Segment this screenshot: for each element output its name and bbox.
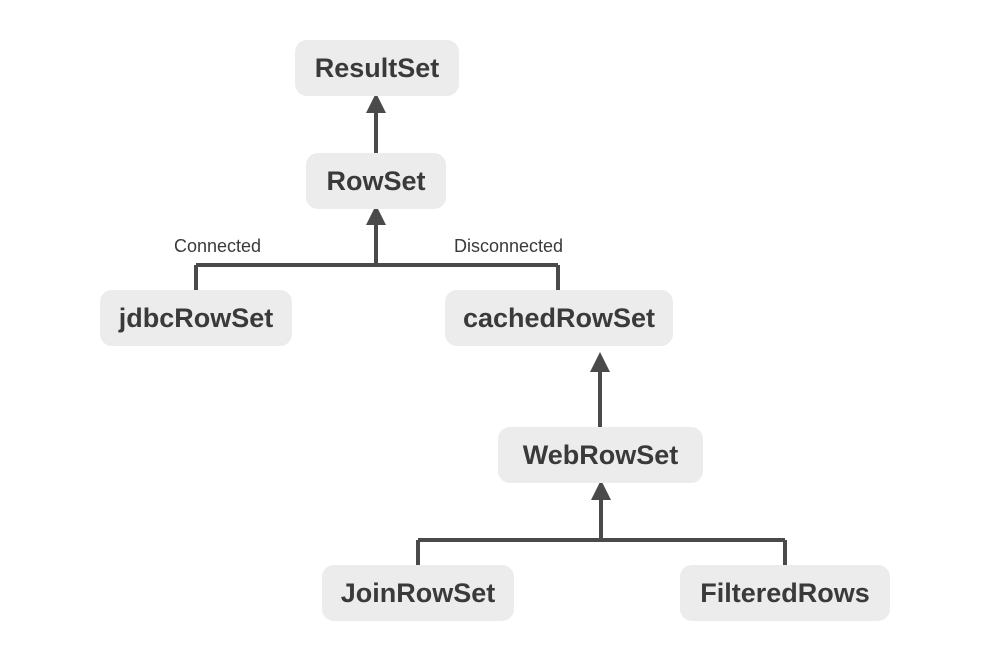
node-joinrowset: JoinRowSet <box>322 565 514 621</box>
node-label: WebRowSet <box>523 440 679 471</box>
node-label: cachedRowSet <box>463 303 655 334</box>
node-label: JoinRowSet <box>341 578 496 609</box>
node-label: FilteredRows <box>700 578 870 609</box>
node-webrowset: WebRowSet <box>498 427 703 483</box>
node-rowset: RowSet <box>306 153 446 209</box>
node-resultset: ResultSet <box>295 40 459 96</box>
node-cachedrowset: cachedRowSet <box>445 290 673 346</box>
node-label: jdbcRowSet <box>119 303 274 334</box>
node-label: ResultSet <box>315 53 440 84</box>
node-label: RowSet <box>326 166 425 197</box>
node-jdbcrowset: jdbcRowSet <box>100 290 292 346</box>
edge-label-disconnected: Disconnected <box>454 236 563 257</box>
edge-label-connected: Connected <box>174 236 261 257</box>
node-filteredrows: FilteredRows <box>680 565 890 621</box>
